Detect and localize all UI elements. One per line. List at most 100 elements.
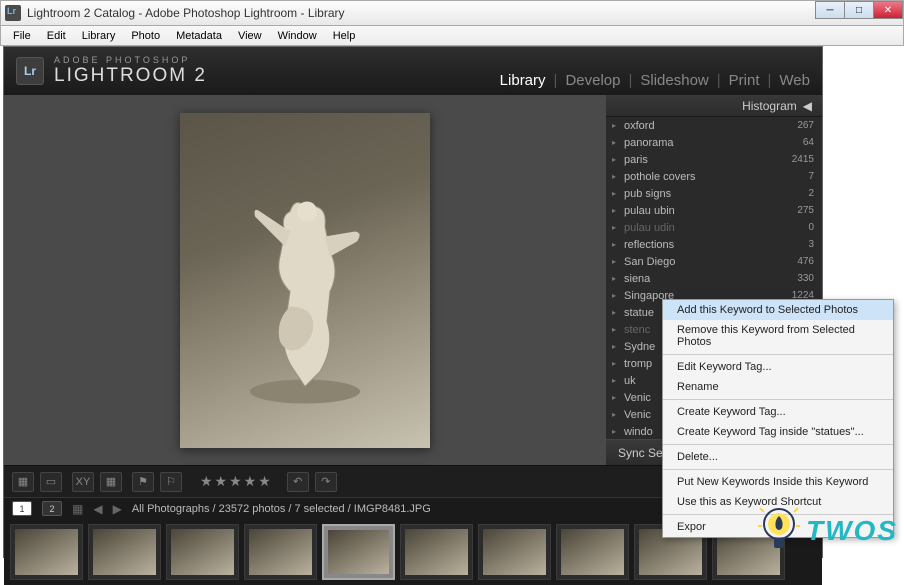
survey-view-button[interactable]: ▦ xyxy=(100,472,122,492)
nav-back-icon[interactable]: ◀ xyxy=(93,502,102,516)
keyword-name: pulau udin xyxy=(624,222,675,234)
module-library[interactable]: Library xyxy=(500,72,546,89)
filmstrip-thumbnail[interactable] xyxy=(88,524,161,580)
thumbnail-image xyxy=(15,529,78,575)
menu-photo[interactable]: Photo xyxy=(123,30,168,42)
keyword-row[interactable]: ▸oxford267 xyxy=(606,117,822,134)
histogram-label: Histogram xyxy=(742,99,797,113)
expand-icon[interactable]: ▸ xyxy=(612,155,616,164)
expand-icon[interactable]: ▸ xyxy=(612,291,616,300)
ctx-put-inside[interactable]: Put New Keywords Inside this Keyword xyxy=(663,472,893,492)
flag-reject-button[interactable]: ⚐ xyxy=(160,472,182,492)
expand-icon[interactable]: ▸ xyxy=(612,393,616,402)
expand-icon[interactable]: ▸ xyxy=(612,410,616,419)
expand-icon[interactable]: ▸ xyxy=(612,308,616,317)
expand-icon[interactable]: ▸ xyxy=(612,427,616,436)
expand-icon[interactable]: ▸ xyxy=(612,325,616,334)
window-buttons: ─ □ ✕ xyxy=(816,1,903,19)
ctx-separator xyxy=(663,354,893,355)
filmstrip-thumbnail[interactable] xyxy=(556,524,629,580)
keyword-count: 2415 xyxy=(792,154,814,165)
menu-library[interactable]: Library xyxy=(74,30,124,42)
sync-label: Sync Se xyxy=(618,446,663,460)
loupe-view-button[interactable]: ▭ xyxy=(40,472,62,492)
grid-toggle-icon[interactable]: ▦ xyxy=(72,502,83,516)
keyword-row[interactable]: ▸San Diego476 xyxy=(606,253,822,270)
grid-view-button[interactable]: ▦ xyxy=(12,472,34,492)
collapse-icon[interactable]: ◀ xyxy=(803,99,812,113)
image-viewer[interactable] xyxy=(4,95,606,465)
rating-stars[interactable]: ★★★★★ xyxy=(200,473,273,490)
minimize-button[interactable]: ─ xyxy=(815,1,845,19)
rotate-ccw-button[interactable]: ↶ xyxy=(287,472,309,492)
keyword-row[interactable]: ▸siena330 xyxy=(606,270,822,287)
keyword-count: 330 xyxy=(797,273,814,284)
keyword-name: San Diego xyxy=(624,256,675,268)
module-web[interactable]: Web xyxy=(779,72,810,89)
expand-icon[interactable]: ▸ xyxy=(612,189,616,198)
monitor-1-button[interactable]: 1 xyxy=(12,501,32,516)
keyword-count: 267 xyxy=(797,120,814,131)
monitor-2-button[interactable]: 2 xyxy=(42,501,62,516)
filmstrip-thumbnail[interactable] xyxy=(166,524,239,580)
ctx-create-tag[interactable]: Create Keyword Tag... xyxy=(663,402,893,422)
rotate-cw-button[interactable]: ↷ xyxy=(315,472,337,492)
keyword-row[interactable]: ▸reflections3 xyxy=(606,236,822,253)
expand-icon[interactable]: ▸ xyxy=(612,376,616,385)
app-header: Lr ADOBE PHOTOSHOP LIGHTROOM 2 Library |… xyxy=(4,47,822,95)
ctx-add-keyword[interactable]: Add this Keyword to Selected Photos xyxy=(663,300,893,320)
thumbnail-image xyxy=(249,529,312,575)
keyword-row[interactable]: ▸ pulau udin 0 xyxy=(606,219,822,236)
keyword-count: 0 xyxy=(808,222,814,233)
filmstrip-thumbnail[interactable] xyxy=(478,524,551,580)
keyword-row[interactable]: ▸panorama64 xyxy=(606,134,822,151)
filmstrip-thumbnail[interactable] xyxy=(10,524,83,580)
flag-pick-button[interactable]: ⚑ xyxy=(132,472,154,492)
thumbnail-image xyxy=(328,530,389,574)
menu-window[interactable]: Window xyxy=(270,30,325,42)
ctx-remove-keyword[interactable]: Remove this Keyword from Selected Photos xyxy=(663,320,893,352)
filmstrip-thumbnail[interactable] xyxy=(244,524,317,580)
expand-icon[interactable]: ▸ xyxy=(612,172,616,181)
menu-file[interactable]: File xyxy=(5,30,39,42)
keyword-row[interactable]: ▸pothole covers7 xyxy=(606,168,822,185)
histogram-panel-header[interactable]: Histogram ◀ xyxy=(606,95,822,117)
keyword-name: statue xyxy=(624,307,654,319)
menu-metadata[interactable]: Metadata xyxy=(168,30,230,42)
thumbnail-image xyxy=(171,529,234,575)
module-print[interactable]: Print xyxy=(729,72,760,89)
menu-view[interactable]: View xyxy=(230,30,270,42)
keyword-name: panorama xyxy=(624,137,674,149)
keyword-row[interactable]: ▸pulau ubin275 xyxy=(606,202,822,219)
menu-help[interactable]: Help xyxy=(325,30,364,42)
compare-view-button[interactable]: XY xyxy=(72,472,94,492)
menu-edit[interactable]: Edit xyxy=(39,30,74,42)
expand-icon[interactable]: ▸ xyxy=(612,342,616,351)
ctx-rename[interactable]: Rename xyxy=(663,377,893,397)
expand-icon[interactable]: ▸ xyxy=(612,206,616,215)
close-button[interactable]: ✕ xyxy=(873,1,903,19)
expand-icon[interactable]: ▸ xyxy=(612,359,616,368)
filmstrip-thumbnail[interactable] xyxy=(400,524,473,580)
expand-icon[interactable]: ▸ xyxy=(612,121,616,130)
expand-icon[interactable]: ▸ xyxy=(612,138,616,147)
keyword-row[interactable]: ▸paris2415 xyxy=(606,151,822,168)
filmstrip-thumbnail[interactable] xyxy=(322,524,395,580)
expand-icon[interactable]: ▸ xyxy=(612,223,616,232)
expand-icon[interactable]: ▸ xyxy=(612,257,616,266)
expand-icon[interactable]: ▸ xyxy=(612,240,616,249)
maximize-button[interactable]: □ xyxy=(844,1,874,19)
nav-forward-icon[interactable]: ▶ xyxy=(113,502,122,516)
module-develop[interactable]: Develop xyxy=(565,72,620,89)
source-path[interactable]: All Photographs / 23572 photos / 7 selec… xyxy=(132,503,431,515)
keyword-count: 7 xyxy=(808,171,814,182)
module-separator: | xyxy=(554,72,558,89)
ctx-delete[interactable]: Delete... xyxy=(663,447,893,467)
expand-icon[interactable]: ▸ xyxy=(612,274,616,283)
brand-line2: LIGHTROOM 2 xyxy=(54,65,207,87)
keyword-row[interactable]: ▸pub signs2 xyxy=(606,185,822,202)
keyword-count: 275 xyxy=(797,205,814,216)
ctx-edit-tag[interactable]: Edit Keyword Tag... xyxy=(663,357,893,377)
ctx-create-tag-inside[interactable]: Create Keyword Tag inside "statues"... xyxy=(663,422,893,442)
module-slideshow[interactable]: Slideshow xyxy=(640,72,708,89)
